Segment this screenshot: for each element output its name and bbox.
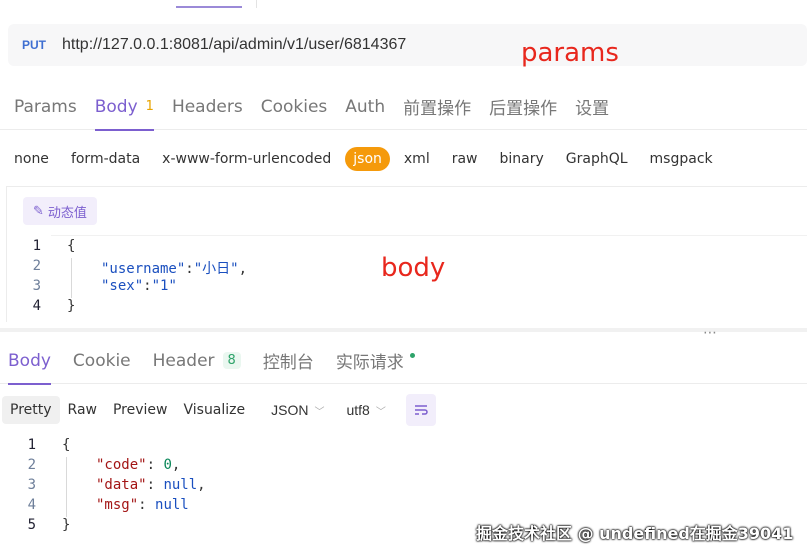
indent-guide bbox=[66, 457, 67, 517]
line-number: 1 bbox=[27, 437, 36, 453]
json-value: null bbox=[155, 497, 189, 513]
json-value: null bbox=[163, 477, 198, 493]
code-line: } bbox=[62, 517, 71, 533]
body-annotation: body bbox=[381, 253, 446, 283]
tab-response-header[interactable]: Header 8 bbox=[153, 338, 241, 384]
json-key: "username" bbox=[101, 261, 186, 277]
json-key: "sex" bbox=[101, 278, 144, 294]
tab-cookies[interactable]: Cookies bbox=[261, 84, 328, 130]
code-line: "code": 0, bbox=[96, 457, 181, 473]
view-visualize[interactable]: Visualize bbox=[175, 396, 253, 424]
json-key: "data" bbox=[96, 477, 147, 493]
tab-label: Body bbox=[8, 350, 51, 371]
line-number: 4 bbox=[27, 497, 36, 513]
body-type-binary[interactable]: binary bbox=[492, 147, 552, 171]
body-type-urlencoded[interactable]: x-www-form-urlencoded bbox=[154, 147, 339, 171]
http-method[interactable]: PUT bbox=[22, 38, 62, 52]
code-line: "sex":"1" bbox=[101, 278, 177, 294]
url-bar[interactable]: PUT http://127.0.0.1:8081/api/admin/v1/u… bbox=[8, 24, 807, 66]
view-raw[interactable]: Raw bbox=[60, 396, 105, 424]
word-wrap-button[interactable] bbox=[405, 394, 436, 426]
json-key: "msg" bbox=[96, 497, 139, 513]
body-type-selector: none form-data x-www-form-urlencoded jso… bbox=[0, 144, 721, 174]
body-count-badge: 1 bbox=[145, 99, 154, 114]
tab-separator bbox=[256, 0, 257, 8]
chevron-down-icon: ﹀ bbox=[375, 406, 386, 418]
tab-label: Params bbox=[14, 96, 77, 117]
panel-divider[interactable] bbox=[0, 328, 807, 332]
watermark: 掘金技术社区 @ undefined在掘金39041 bbox=[476, 524, 794, 543]
tab-label: Body bbox=[94, 96, 138, 117]
tab-console[interactable]: 控制台 bbox=[263, 338, 314, 384]
request-url[interactable]: http://127.0.0.1:8081/api/admin/v1/user/… bbox=[62, 36, 406, 54]
tab-label: 前置操作 bbox=[403, 99, 472, 119]
tab-settings[interactable]: 设置 bbox=[575, 84, 609, 130]
tab-headers[interactable]: Headers bbox=[172, 84, 243, 130]
editor-top-border bbox=[51, 235, 807, 236]
encoding-value: utf8 bbox=[346, 402, 370, 418]
line-number: 3 bbox=[32, 278, 41, 294]
code-line: } bbox=[67, 298, 76, 314]
body-type-xml[interactable]: xml bbox=[396, 147, 438, 171]
line-number: 4 bbox=[32, 298, 41, 314]
body-type-raw[interactable]: raw bbox=[444, 147, 486, 171]
line-number: 3 bbox=[27, 477, 36, 493]
body-type-form-data[interactable]: form-data bbox=[63, 147, 148, 171]
header-count-badge: 8 bbox=[222, 352, 241, 369]
line-number: 1 bbox=[32, 238, 41, 254]
code-line: "data": null, bbox=[96, 477, 206, 493]
top-strip bbox=[0, 0, 807, 10]
code-line: "username":"小日", bbox=[101, 261, 248, 277]
line-number: 2 bbox=[27, 457, 36, 473]
dynamic-value-button[interactable]: ✎ 动态值 bbox=[23, 197, 97, 225]
response-tabs: Body Cookie Header 8 控制台 实际请求 bbox=[0, 338, 807, 385]
active-tab-indicator bbox=[176, 6, 242, 8]
code-line: "msg": null bbox=[96, 497, 189, 513]
tab-label: Cookies bbox=[260, 96, 328, 117]
code-line: { bbox=[62, 437, 71, 453]
tab-auth[interactable]: Auth bbox=[345, 84, 385, 130]
tab-label: 设置 bbox=[575, 99, 610, 119]
tab-params[interactable]: Params bbox=[14, 84, 77, 130]
request-tabs: Params Body 1 Headers Cookies Auth 前置操作 后… bbox=[0, 84, 807, 131]
tab-body[interactable]: Body 1 bbox=[94, 84, 155, 131]
tab-label: Headers bbox=[171, 96, 243, 117]
magic-wand-icon: ✎ bbox=[33, 203, 44, 219]
body-type-graphql[interactable]: GraphQL bbox=[558, 147, 636, 171]
tab-pre-request[interactable]: 前置操作 bbox=[403, 84, 471, 130]
format-select[interactable]: JSON ﹀ bbox=[271, 402, 324, 418]
indent-guide bbox=[71, 258, 72, 298]
view-preview[interactable]: Preview bbox=[105, 396, 176, 424]
wrap-icon bbox=[414, 405, 428, 415]
status-dot-icon bbox=[409, 353, 415, 358]
response-view-bar: Pretty Raw Preview Visualize JSON ﹀ utf8 ﹀ bbox=[0, 392, 436, 428]
code-line: { bbox=[67, 238, 76, 254]
tab-response-cookie[interactable]: Cookie bbox=[73, 338, 131, 384]
encoding-select[interactable]: utf8 ﹀ bbox=[346, 402, 385, 418]
line-number: 5 bbox=[27, 517, 36, 533]
json-key: "code" bbox=[96, 457, 147, 473]
tab-label: 后置操作 bbox=[489, 99, 558, 119]
body-type-json[interactable]: json bbox=[345, 147, 390, 171]
dynamic-value-label: 动态值 bbox=[47, 205, 87, 221]
chevron-down-icon: ﹀ bbox=[314, 406, 325, 418]
tab-label: 控制台 bbox=[262, 353, 314, 373]
tab-label: 实际请求 bbox=[335, 353, 404, 373]
tab-label: Cookie bbox=[72, 350, 131, 371]
body-type-none[interactable]: none bbox=[6, 147, 57, 171]
tab-response-body[interactable]: Body bbox=[8, 338, 51, 385]
body-type-msgpack[interactable]: msgpack bbox=[642, 147, 721, 171]
params-annotation: params bbox=[521, 38, 619, 68]
tab-actual-request[interactable]: 实际请求 bbox=[336, 338, 415, 384]
view-pretty[interactable]: Pretty bbox=[2, 396, 60, 424]
json-value: 0 bbox=[163, 457, 172, 473]
line-number: 2 bbox=[32, 258, 41, 274]
format-value: JSON bbox=[271, 402, 309, 418]
json-value: "小日" bbox=[193, 261, 239, 277]
tab-label: Auth bbox=[345, 96, 386, 117]
tab-label: Header bbox=[152, 350, 215, 371]
tab-post-request[interactable]: 后置操作 bbox=[489, 84, 557, 130]
json-value: "1" bbox=[151, 278, 177, 294]
